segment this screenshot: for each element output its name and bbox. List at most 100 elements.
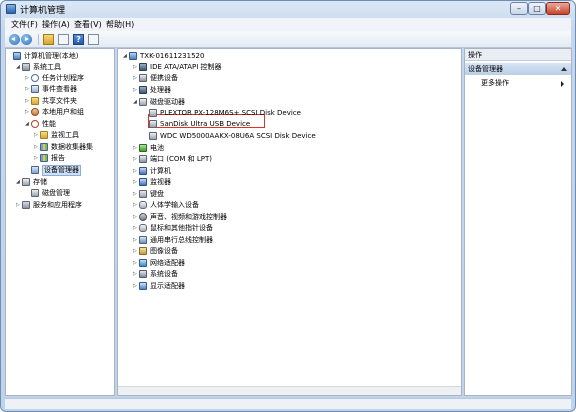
device-tree-node[interactable]: ▷ 便携设备 <box>133 73 178 84</box>
device-tree-node[interactable]: ▷ 声音、视频和游戏控制器 <box>133 212 227 223</box>
device-tree-label: 图像设备 <box>150 247 178 255</box>
console-tree-label: 报告 <box>51 154 65 162</box>
more-actions-link[interactable]: 更多操作 <box>481 78 509 88</box>
device-tree-label: PLEXTOR PX-128M6S+ SCSI Disk Device <box>160 109 301 117</box>
device-tree-label: 电池 <box>150 144 164 152</box>
console-tree-node[interactable]: ◢ 性能 <box>25 119 56 130</box>
menu-item[interactable]: 操作(A) <box>42 19 70 30</box>
device-tree-node[interactable]: ▷ 处理器 <box>133 85 171 96</box>
console-tree-node[interactable]: ▷ 监视工具 <box>34 130 79 141</box>
console-tree-node[interactable]: ◢ 存储 <box>16 177 47 188</box>
sound-icon <box>139 213 147 221</box>
console-tree-node[interactable]: 磁盘管理 <box>25 188 70 199</box>
processor-icon <box>139 86 147 94</box>
device-tree-label: 声音、视频和游戏控制器 <box>150 213 227 221</box>
device-tree-node[interactable]: ▷ 人体学输入设备 <box>133 200 199 211</box>
console-tree-label: 监视工具 <box>51 131 79 139</box>
keyboard-icon <box>139 190 147 198</box>
collapse-icon[interactable] <box>561 67 567 71</box>
device-tree-node[interactable]: ◢ 磁盘驱动器 <box>133 97 185 108</box>
back-button[interactable] <box>9 34 20 45</box>
forward-button[interactable] <box>21 34 32 45</box>
device-tree-node[interactable]: PLEXTOR PX-128M6S+ SCSI Disk Device <box>143 108 301 119</box>
toolbar: ? <box>5 31 571 48</box>
data-collector-icon <box>40 143 48 151</box>
minimize-button[interactable]: – <box>510 2 528 15</box>
up-folder-button[interactable] <box>43 34 54 45</box>
menu-item[interactable]: 帮助(H) <box>106 19 134 30</box>
device-tree-node[interactable]: ▷ 计算机 <box>133 166 171 177</box>
close-button[interactable]: ✕ <box>546 2 570 15</box>
services-apps-icon <box>22 201 30 209</box>
device-tree-label: 系统设备 <box>150 270 178 278</box>
console-tree-node[interactable]: ▷ 本地用户和组 <box>25 107 84 118</box>
menu-bar: 文件(F) 操作(A) 查看(V) 帮助(H) <box>5 18 571 31</box>
console-tree-node[interactable]: ▷ 共享文件夹 <box>25 96 77 107</box>
actions-section-label: 设备管理器 <box>468 65 503 73</box>
device-tree-label: TXK-01611231520 <box>140 52 205 60</box>
maximize-button[interactable]: □ <box>528 2 546 15</box>
show-hide-tree-button[interactable] <box>88 34 99 45</box>
device-tree-node[interactable]: WDC WD5000AAKX-08U6A SCSI Disk Device <box>143 131 316 142</box>
window-title: 计算机管理 <box>20 6 66 16</box>
properties-button[interactable] <box>58 34 69 45</box>
device-tree-node[interactable]: ▷ 电池 <box>133 143 164 154</box>
device-tree-node[interactable]: ▷ 网络适配器 <box>133 258 185 269</box>
device-tree-node[interactable]: ▷ 键盘 <box>133 189 164 200</box>
usb-icon <box>139 236 147 244</box>
device-tree-pane[interactable]: ◢ TXK-01611231520 ▷ IDE ATA/ATAPI 控制器 ▷ 便携设备 ▷… <box>117 48 462 396</box>
forward-arrow-icon <box>21 34 32 45</box>
title-bar[interactable]: 计算机管理 – □ ✕ <box>1 1 575 17</box>
help-button[interactable]: ? <box>73 34 84 45</box>
device-tree-node[interactable]: ▷ 系统设备 <box>133 269 178 280</box>
console-tree-pane[interactable]: 计算机管理(本地) ◢ 系统工具 ▷ 任务计划程序 ▷ 事件查看器 ▷ 共享文件夹 ▷ 本地用户和组… <box>5 48 115 396</box>
console-tree-label: 本地用户和组 <box>42 108 84 116</box>
device-tree-label: IDE ATA/ATAPI 控制器 <box>150 63 222 71</box>
console-tree-node[interactable]: ▷ 事件查看器 <box>25 84 77 95</box>
console-tree-label: 存储 <box>33 178 47 186</box>
device-tree-node[interactable]: ▷ 端口 (COM 和 LPT) <box>133 154 212 165</box>
network-adapter-icon <box>139 259 147 267</box>
ide-controller-icon <box>139 63 147 71</box>
console-tree-label: 服务和应用程序 <box>33 201 82 209</box>
console-tree-node[interactable]: 设备管理器 <box>25 165 81 176</box>
system-devices-icon <box>139 270 147 278</box>
hid-icon <box>139 201 147 209</box>
console-tree-label: 系统工具 <box>33 63 61 71</box>
console-tree-node[interactable]: 计算机管理(本地) <box>7 51 78 62</box>
device-tree-label: 磁盘驱动器 <box>150 98 185 106</box>
computer-management-icon <box>13 52 21 60</box>
console-tree-node[interactable]: ▷ 任务计划程序 <box>25 73 84 84</box>
horizontal-scrollbar[interactable] <box>118 386 461 395</box>
device-tree-node[interactable]: ◢ TXK-01611231520 <box>123 51 204 62</box>
console-tree-node[interactable]: ▷ 报告 <box>34 153 65 164</box>
device-tree-node[interactable]: ▷ 图像设备 <box>133 246 178 257</box>
device-tree-node[interactable]: ▷ 监视器 <box>133 177 171 188</box>
device-tree-node[interactable]: ▷ 显示适配器 <box>133 281 185 292</box>
system-tools-icon <box>22 63 30 71</box>
actions-section-device-manager[interactable]: 设备管理器 <box>465 63 571 75</box>
device-tree-node[interactable]: ▷ 鼠标和其他指针设备 <box>133 223 213 234</box>
device-tree-node[interactable]: SanDisk Ultra USB Device <box>143 119 250 130</box>
submenu-arrow-icon[interactable] <box>561 81 564 87</box>
console-tree-label: 磁盘管理 <box>42 189 70 197</box>
disk-icon <box>149 132 157 140</box>
menu-item[interactable]: 文件(F) <box>11 19 38 30</box>
device-tree-node[interactable]: ▷ 通用串行总线控制器 <box>133 235 213 246</box>
portable-device-icon <box>139 74 147 82</box>
console-tree-label: 数据收集器集 <box>51 143 93 151</box>
menu-item[interactable]: 查看(V) <box>74 19 102 30</box>
device-tree-label: 监视器 <box>150 178 171 186</box>
console-tree-label: 设备管理器 <box>42 165 81 176</box>
console-tree-node[interactable]: ◢ 系统工具 <box>16 62 61 73</box>
device-tree-label: 通用串行总线控制器 <box>150 236 213 244</box>
toolbar-separator <box>38 34 39 45</box>
task-scheduler-icon <box>31 74 39 82</box>
console-tree-node[interactable]: ▷ 服务和应用程序 <box>16 200 82 211</box>
shared-folders-icon <box>31 97 39 105</box>
computer-icon <box>139 167 147 175</box>
device-tree-node[interactable]: ▷ IDE ATA/ATAPI 控制器 <box>133 62 222 73</box>
actions-pane: 操作 设备管理器 更多操作 <box>464 48 572 396</box>
console-tree-node[interactable]: ▷ 数据收集器集 <box>34 142 93 153</box>
device-tree-label: 网络适配器 <box>150 259 185 267</box>
